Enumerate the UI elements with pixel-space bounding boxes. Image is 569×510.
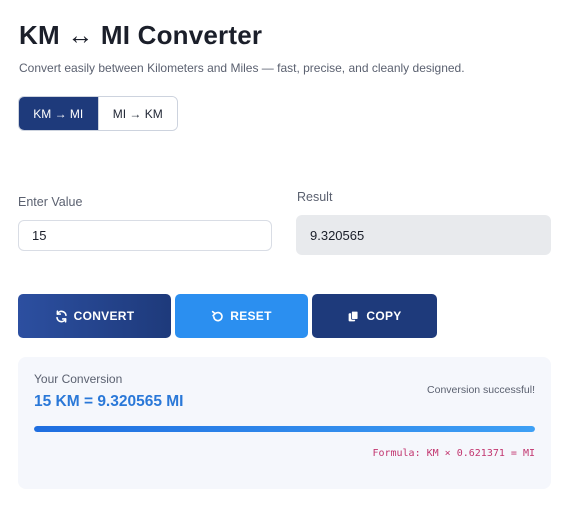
page-title: KM ↔ MI Converter bbox=[19, 20, 263, 50]
result-field: 9.320565 bbox=[296, 215, 551, 255]
undo-icon bbox=[212, 310, 223, 321]
progress-bar bbox=[34, 426, 535, 432]
convert-button-label: CONVERT bbox=[73, 309, 135, 323]
progress-bar-fill bbox=[34, 426, 535, 432]
input-label: Enter Value bbox=[18, 195, 83, 209]
page-subtitle: Convert easily between Kilometers and Mi… bbox=[19, 61, 465, 75]
km-to-mi-toggle-button[interactable]: KM → MI bbox=[19, 97, 98, 130]
copy-icon bbox=[349, 310, 359, 321]
result-value: 9.320565 bbox=[310, 227, 365, 243]
mi-to-km-toggle-button[interactable]: MI → KM bbox=[97, 97, 177, 130]
refresh-icon bbox=[55, 309, 67, 323]
convert-button[interactable]: CONVERT bbox=[18, 294, 171, 338]
card-label: Your Conversion bbox=[34, 372, 123, 386]
status-message: Conversion successful! bbox=[427, 384, 535, 396]
reset-button[interactable]: RESET bbox=[175, 294, 308, 338]
formula-text: Formula: KM × 0.621371 = MI bbox=[372, 448, 535, 459]
conversion-summary: 15 KM = 9.320565 MI bbox=[34, 393, 184, 410]
reset-button-label: RESET bbox=[230, 309, 272, 323]
conversion-mode-toggle: KM → MI MI → KM bbox=[18, 96, 178, 131]
value-input[interactable] bbox=[18, 220, 272, 251]
copy-button-label: COPY bbox=[366, 309, 402, 323]
result-label: Result bbox=[297, 190, 333, 204]
copy-button[interactable]: COPY bbox=[312, 294, 437, 338]
conversion-result-card: Your Conversion Conversion successful! 1… bbox=[18, 357, 551, 489]
